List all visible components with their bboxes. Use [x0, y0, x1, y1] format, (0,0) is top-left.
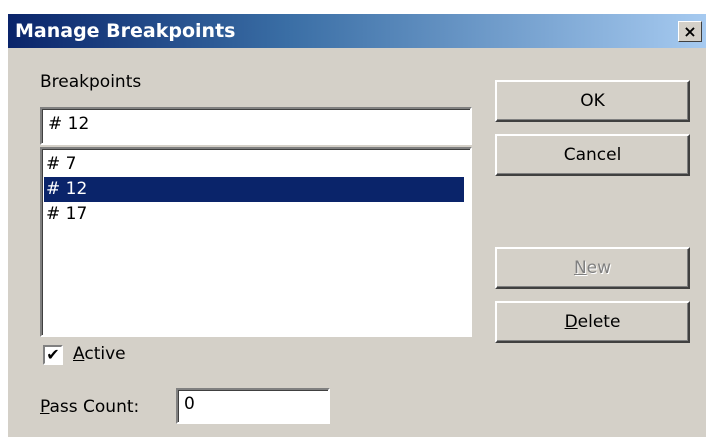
pass-count-label: Pass Count: [40, 397, 140, 417]
delete-button[interactable]: Delete [495, 301, 690, 343]
active-label[interactable]: Active [73, 344, 126, 364]
active-checkbox[interactable]: ✔ [43, 345, 63, 365]
dialog-title: Manage Breakpoints [15, 20, 236, 42]
breakpoints-list[interactable]: # 7 # 12 # 17 [40, 147, 472, 337]
list-item-selected[interactable]: # 12 [44, 177, 464, 202]
pass-count-value: 0 [184, 394, 195, 414]
new-button[interactable]: New [495, 247, 690, 289]
title-bar[interactable]: Manage Breakpoints × [8, 14, 706, 48]
manage-breakpoints-dialog: Manage Breakpoints × Breakpoints # 12 # … [8, 14, 706, 437]
list-item[interactable]: # 7 [44, 152, 464, 177]
ok-button[interactable]: OK [495, 80, 690, 122]
checkmark-icon: ✔ [46, 345, 60, 364]
breakpoint-edit-value: # 12 [48, 114, 90, 134]
list-item[interactable]: # 17 [44, 202, 464, 227]
breakpoint-edit-field[interactable]: # 12 [40, 107, 472, 145]
pass-count-input[interactable]: 0 [176, 388, 330, 424]
close-button[interactable]: × [678, 21, 702, 42]
cancel-button[interactable]: Cancel [495, 134, 690, 176]
breakpoints-label: Breakpoints [40, 72, 142, 92]
close-icon: × [683, 21, 697, 41]
